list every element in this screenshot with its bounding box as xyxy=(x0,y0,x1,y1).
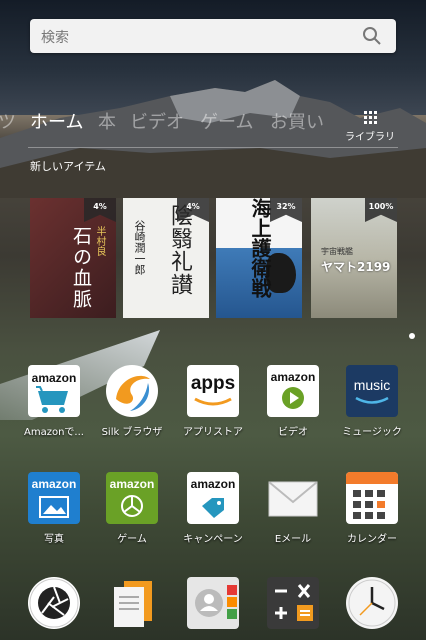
book-author: 谷崎潤一郎 xyxy=(133,220,146,275)
book-subtitle: 宇宙戦艦 xyxy=(321,247,353,256)
app-label: 写真 xyxy=(44,534,64,545)
calculator-icon xyxy=(267,577,319,629)
app-music[interactable]: music ミュージック xyxy=(330,365,414,438)
book-cover[interactable]: 宇宙戦艦 ヤマト2199 100% xyxy=(311,198,397,318)
tab-games[interactable]: ゲーム xyxy=(200,108,253,134)
tab-shop-partial[interactable]: お買い xyxy=(270,108,324,134)
library-label: ライブラリ xyxy=(345,132,395,143)
app-camera[interactable] xyxy=(12,577,96,629)
photos-icon: amazon xyxy=(28,472,80,524)
calendar-icon xyxy=(346,472,398,524)
book-cover[interactable]: 海上護衛戦 32% xyxy=(216,198,302,318)
app-amazon-shopping[interactable]: amazon Amazonで... xyxy=(12,365,96,438)
apps-icon: apps xyxy=(187,365,239,417)
app-contacts[interactable] xyxy=(171,577,255,629)
search-bar[interactable]: 検索 xyxy=(30,19,396,53)
app-label: ゲーム xyxy=(117,534,147,545)
search-icon[interactable] xyxy=(362,26,382,46)
progress-badge: 32% xyxy=(270,198,302,222)
tab-home[interactable]: ホーム xyxy=(30,108,83,134)
app-appstore[interactable]: apps アプリストア xyxy=(171,365,255,438)
app-label: キャンペーン xyxy=(183,534,243,545)
search-placeholder: 検索 xyxy=(41,30,69,46)
camera-shutter-icon xyxy=(28,577,80,629)
library-button[interactable]: ライブラリ xyxy=(340,108,400,143)
tab-books[interactable]: 本 xyxy=(98,108,116,134)
music-icon: music xyxy=(346,365,398,417)
page-indicator-dot xyxy=(409,333,415,339)
tag-icon: amazon xyxy=(187,472,239,524)
silk-icon xyxy=(106,365,158,417)
document-icon xyxy=(106,577,158,629)
app-label: カレンダー xyxy=(347,534,397,545)
app-label: Eメール xyxy=(274,534,312,545)
grid-icon xyxy=(363,111,377,124)
app-label: ビデオ xyxy=(278,427,308,438)
app-label: Silk ブラウザ xyxy=(101,427,163,438)
divider xyxy=(28,147,398,148)
book-author: 半村良 xyxy=(94,226,105,256)
section-title: 新しいアイテム xyxy=(30,160,106,173)
amazon-cart-icon: amazon xyxy=(28,365,80,417)
book-cover[interactable]: 石の血脈 半村良 4% xyxy=(30,198,116,318)
tab-video[interactable]: ビデオ xyxy=(130,108,184,134)
app-silk-browser[interactable]: Silk ブラウザ xyxy=(90,365,174,438)
book-title: 石の血脈 xyxy=(70,226,92,310)
app-email[interactable]: Eメール xyxy=(251,472,335,545)
app-docs[interactable] xyxy=(90,577,174,629)
games-icon: amazon xyxy=(106,472,158,524)
app-photos[interactable]: amazon 写真 xyxy=(12,472,96,545)
book-title: ヤマト2199 xyxy=(321,260,391,274)
video-play-icon: amazon xyxy=(267,365,319,417)
book-cover[interactable]: 陰翳礼讃 谷崎潤一郎 4% xyxy=(123,198,209,318)
contacts-icon xyxy=(187,577,239,629)
app-calculator[interactable] xyxy=(251,577,335,629)
clock-icon xyxy=(346,577,398,629)
app-calendar[interactable]: カレンダー xyxy=(330,472,414,545)
tab-store-partial[interactable]: ツ xyxy=(0,108,16,134)
app-label: アプリストア xyxy=(183,427,243,438)
envelope-icon xyxy=(267,472,319,524)
app-video[interactable]: amazon ビデオ xyxy=(251,365,335,438)
app-label: ミュージック xyxy=(342,427,402,438)
app-games[interactable]: amazon ゲーム xyxy=(90,472,174,545)
app-campaign[interactable]: amazon キャンペーン xyxy=(171,472,255,545)
app-clock[interactable] xyxy=(330,577,414,629)
app-label: Amazonで... xyxy=(24,427,84,438)
